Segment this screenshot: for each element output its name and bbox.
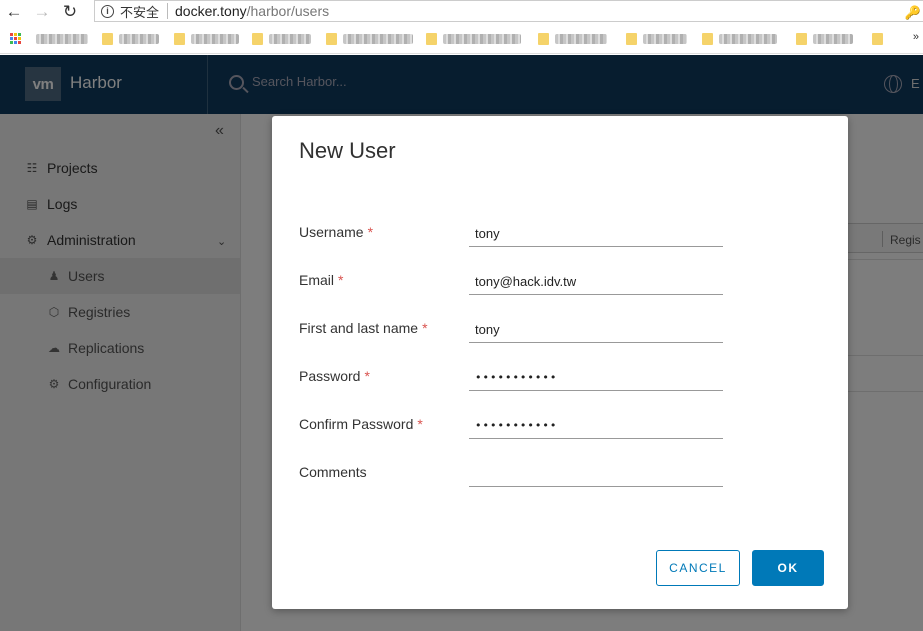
comments-row: Comments [299,457,739,487]
folder-icon [872,33,883,45]
back-arrow-icon[interactable]: ← [0,2,28,22]
required-marker: * [338,272,344,288]
email-field[interactable] [469,265,723,295]
folder-icon [174,33,185,45]
comments-label: Comments [299,464,367,480]
bookmarks-overflow-icon[interactable]: » [913,31,919,43]
folder-icon [252,33,263,45]
required-marker: * [417,416,423,432]
address-bar[interactable]: i 不安全 docker.tony/harbor/users 🔑 [94,0,923,22]
apps-icon[interactable] [10,33,22,45]
username-field[interactable] [469,217,723,247]
confirm-password-row: Confirm Password * [299,409,739,439]
key-icon[interactable]: 🔑 [905,5,921,21]
reload-icon[interactable]: ↻ [56,2,84,22]
url-path: /harbor/users [246,3,330,19]
email-label: Email * [299,272,344,288]
url-host: docker.tony [175,3,247,19]
bookmarks-bar: » [0,24,923,54]
cancel-button[interactable]: CANCEL [656,550,740,586]
email-row: Email * [299,265,739,295]
confirm-password-field[interactable] [469,409,723,439]
security-label[interactable]: 不安全 [120,2,159,21]
browser-toolbar: ← → ↻ i 不安全 docker.tony/harbor/users 🔑 [0,0,923,24]
folder-icon [538,33,549,45]
full-name-label: First and last name * [299,320,428,336]
password-row: Password * [299,361,739,391]
folder-icon [702,33,713,45]
required-marker: * [364,368,370,384]
username-label: Username * [299,224,374,240]
full-name-field[interactable] [469,313,723,343]
folder-icon [626,33,637,45]
new-user-dialog: New User Username* Email* First and last… [272,116,848,609]
username-row: Username * [299,217,739,247]
comments-field[interactable] [469,457,723,487]
info-icon[interactable]: i [101,4,114,18]
forward-arrow-icon[interactable]: → [28,2,56,22]
required-marker: * [367,224,374,240]
folder-icon [796,33,807,45]
ok-button[interactable]: OK [752,550,824,586]
folder-icon [426,33,437,45]
dialog-title: New User [299,138,396,163]
password-field[interactable] [469,361,723,391]
folder-icon [102,33,113,45]
confirm-password-label: Confirm Password * [299,416,423,432]
required-marker: * [422,320,428,336]
full-name-row: First and last name * [299,313,739,343]
address-separator [167,3,169,19]
password-label: Password * [299,368,370,384]
folder-icon [326,33,337,45]
